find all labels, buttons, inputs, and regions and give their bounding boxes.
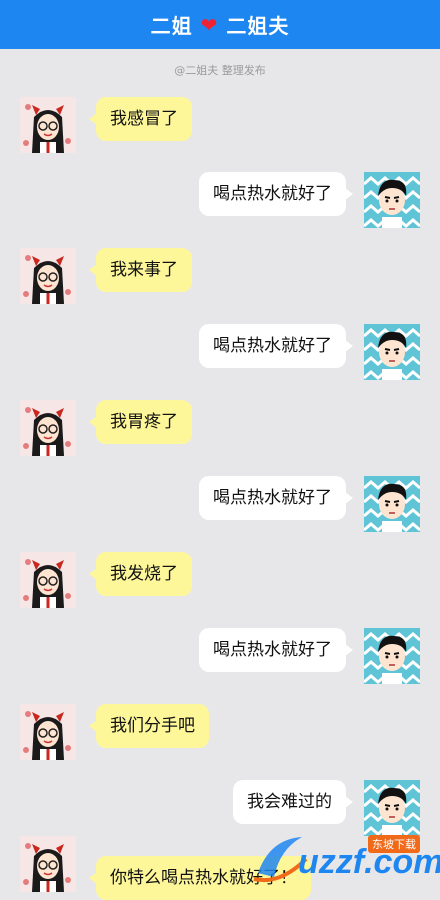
boy-avatar-icon [364,324,420,380]
message-bubble[interactable]: 我来事了 [89,248,192,292]
girl-avatar-icon [20,836,76,892]
header-left-name: 二姐 [150,14,193,38]
boy-avatar[interactable] [364,324,420,380]
boy-avatar[interactable] [364,476,420,532]
chat-header: 二姐 ❤ 二姐夫 [0,0,440,49]
girl-avatar[interactable] [20,97,76,153]
girl-avatar-icon [20,248,76,304]
boy-avatar[interactable] [364,172,420,228]
girl-avatar[interactable] [20,836,76,892]
girl-avatar-icon [20,704,76,760]
heart-icon: ❤ [200,12,219,37]
site-watermark: uzzf.com 东坡下载 [250,825,440,893]
message-bubble[interactable]: 我胃疼了 [89,400,192,444]
message-bubble[interactable]: 喝点热水就好了 [199,172,353,216]
boy-avatar-icon [364,476,420,532]
message-bubble[interactable]: 我们分手吧 [89,704,209,748]
message-bubble[interactable]: 我会难过的 [233,780,353,824]
message-bubble[interactable]: 我感冒了 [89,97,192,141]
boy-avatar-icon [364,628,420,684]
watermark-badge: 东坡下载 [368,835,420,853]
girl-avatar[interactable] [20,552,76,608]
message-bubble[interactable]: 喝点热水就好了 [199,324,353,368]
credit-line: @二姐夫 整理发布 [174,64,266,77]
message-bubble[interactable]: 喝点热水就好了 [199,476,353,520]
girl-avatar-icon [20,400,76,456]
boy-avatar[interactable] [364,628,420,684]
header-right-name: 二姐夫 [226,14,290,38]
girl-avatar[interactable] [20,704,76,760]
boy-avatar-icon [364,172,420,228]
message-bubble[interactable]: 我发烧了 [89,552,192,596]
girl-avatar[interactable] [20,248,76,304]
message-bubble[interactable]: 喝点热水就好了 [199,628,353,672]
girl-avatar-icon [20,97,76,153]
girl-avatar-icon [20,552,76,608]
girl-avatar[interactable] [20,400,76,456]
